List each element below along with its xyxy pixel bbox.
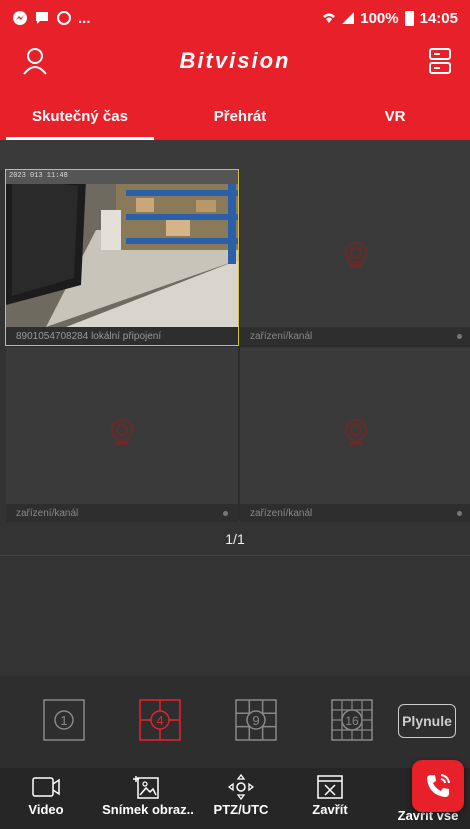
page-indicator: 1/1 bbox=[0, 522, 470, 556]
call-button[interactable] bbox=[412, 760, 464, 812]
cell-channel-label: zařízení/kanál bbox=[250, 330, 313, 342]
live-video-feed[interactable] bbox=[6, 170, 238, 327]
messenger-icon bbox=[13, 11, 27, 25]
layout-16-button[interactable]: 16 bbox=[330, 698, 374, 742]
status-dot-icon bbox=[457, 510, 462, 516]
cell-footer: zařízení/kanál bbox=[6, 504, 238, 522]
tab-playback[interactable]: Přehrát bbox=[160, 92, 320, 140]
video-record-button[interactable]: Video bbox=[8, 774, 84, 828]
status-time: 14:05 bbox=[419, 9, 458, 27]
cell-channel-label: 8901054708284 lokální připojení bbox=[16, 330, 162, 342]
smooth-button[interactable]: Plynule bbox=[398, 704, 456, 738]
ptz-label: PTZ/UTC bbox=[213, 802, 269, 817]
camera-placeholder-icon bbox=[345, 418, 367, 445]
layout-4-button[interactable]: 4 bbox=[138, 698, 182, 742]
tab-live[interactable]: Skutečný čas bbox=[0, 92, 160, 140]
app-header: Bitvision bbox=[0, 36, 470, 92]
status-right: 100% 14:05 bbox=[322, 10, 458, 27]
cell-channel-label: zařízení/kanál bbox=[250, 507, 313, 519]
cell-footer: zařízení/kanál bbox=[240, 504, 470, 522]
video-cell-4[interactable]: zařízení/kanál bbox=[240, 347, 470, 522]
video-cell-2[interactable]: zařízení/kanál bbox=[240, 170, 470, 345]
video-label: Video bbox=[28, 802, 64, 817]
snapshot-label: Snímek obraz.. bbox=[102, 802, 194, 817]
video-icon bbox=[32, 777, 60, 797]
page-indicator-text: 1/1 bbox=[225, 530, 245, 547]
layout-1-label: 1 bbox=[60, 713, 67, 728]
close-label: Zavřít bbox=[312, 802, 348, 817]
layout-9-button[interactable]: 9 bbox=[234, 698, 278, 742]
status-dot-icon bbox=[457, 333, 462, 339]
app-title: Bitvision bbox=[179, 48, 291, 73]
device-list-icon[interactable] bbox=[426, 46, 454, 76]
ptz-button[interactable]: PTZ/UTC bbox=[200, 774, 282, 828]
bottom-toolbar: Video Snímek obraz.. PTZ/UTC Zavřít Zavř… bbox=[0, 768, 470, 829]
status-ellipsis: ... bbox=[78, 9, 91, 27]
layout-4-label: 4 bbox=[156, 713, 163, 728]
video-cell-3[interactable]: zařízení/kanál bbox=[6, 347, 238, 522]
cell-channel-label: zařízení/kanál bbox=[16, 507, 79, 519]
close-window-icon bbox=[317, 775, 343, 799]
status-left: ... bbox=[12, 10, 91, 27]
video-grid: 2023 013 11:48 8901054708284 lokální při… bbox=[5, 169, 470, 522]
battery-percent: 100% bbox=[360, 9, 399, 27]
layout-selector: 1 4 9 16 Plynule bbox=[0, 676, 470, 768]
layout-1-button[interactable]: 1 bbox=[42, 698, 86, 742]
close-button[interactable]: Zavřít bbox=[290, 774, 370, 828]
video-cell-1[interactable]: 2023 013 11:48 8901054708284 lokální při… bbox=[5, 169, 239, 346]
snapshot-button[interactable]: Snímek obraz.. bbox=[96, 774, 200, 828]
tab-bar: Skutečný čas Přehrát VR bbox=[0, 92, 470, 140]
status-dot-icon bbox=[223, 510, 228, 516]
toolbar-strip bbox=[0, 140, 470, 170]
empty-area bbox=[6, 557, 470, 675]
status-bar: ... 100% 14:05 bbox=[0, 0, 470, 36]
feed-timestamp: 2023 013 11:48 bbox=[9, 172, 68, 180]
whatsapp-icon bbox=[57, 11, 71, 25]
wifi-icon bbox=[323, 13, 336, 23]
ptz-icon bbox=[227, 774, 255, 800]
snapshot-icon bbox=[133, 776, 159, 799]
phone-call-icon bbox=[427, 774, 450, 797]
layout-9-label: 9 bbox=[252, 713, 259, 728]
tab-vr[interactable]: VR bbox=[320, 92, 470, 140]
signal-icon bbox=[342, 12, 355, 24]
battery-icon bbox=[404, 10, 414, 26]
camera-placeholder-icon bbox=[111, 418, 133, 445]
cell-footer: 8901054708284 lokální připojení bbox=[6, 327, 238, 345]
camera-placeholder-icon bbox=[345, 241, 367, 268]
cell-footer: zařízení/kanál bbox=[240, 327, 470, 345]
layout-16-label: 16 bbox=[345, 714, 359, 728]
chat-icon bbox=[36, 12, 48, 24]
